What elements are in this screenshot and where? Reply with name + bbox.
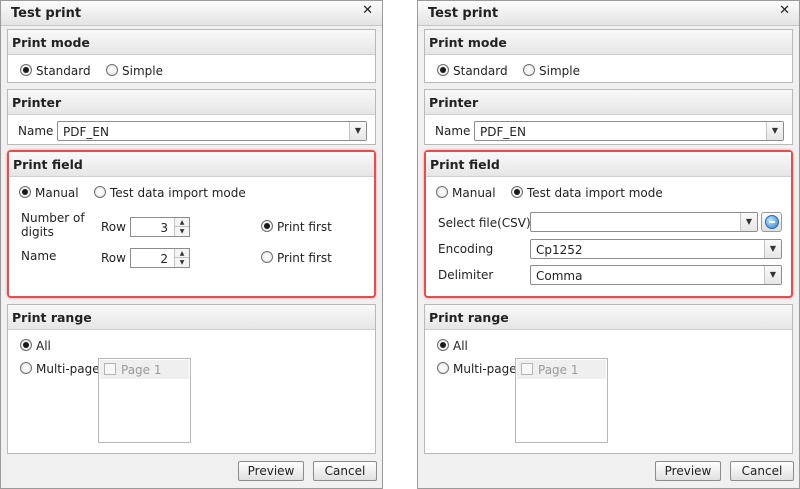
- manual-label: Manual: [35, 186, 79, 200]
- chevron-down-icon: ▼: [766, 122, 783, 140]
- cancel-button[interactable]: Cancel: [313, 461, 377, 481]
- dialog-title: Test print: [11, 6, 82, 21]
- standard-radio[interactable]: [437, 64, 449, 76]
- all-label: All: [453, 339, 468, 353]
- all-label: All: [36, 339, 51, 353]
- encoding-value: Cp1252: [536, 243, 583, 257]
- encoding-select[interactable]: Cp1252 ▼: [530, 239, 782, 259]
- multi-page-label: Multi-page: [36, 362, 100, 376]
- digits-print-first-radio[interactable]: [261, 220, 273, 232]
- list-item[interactable]: Page 1: [100, 360, 189, 379]
- print-range-section: Print range All Multi-page Page 1: [7, 304, 376, 454]
- chevron-down-icon: ▼: [764, 266, 781, 284]
- printer-section: Printer Name PDF_EN ▼: [7, 89, 376, 145]
- cancel-button[interactable]: Cancel: [730, 461, 794, 481]
- printer-heading: Printer: [8, 90, 375, 115]
- page-label: Page 1: [538, 363, 579, 377]
- chevron-down-icon: ▼: [740, 213, 757, 231]
- multi-page-label: Multi-page: [453, 362, 517, 376]
- number-of-digits-label: Number of digits: [21, 211, 85, 239]
- standard-label: Standard: [453, 64, 508, 78]
- name-row-value: 2: [160, 252, 168, 266]
- print-mode-heading: Print mode: [425, 30, 792, 55]
- close-icon[interactable]: ✕: [779, 3, 790, 18]
- standard-radio[interactable]: [20, 64, 32, 76]
- print-range-section: Print range All Multi-page Page 1: [424, 304, 793, 454]
- multi-page-radio[interactable]: [437, 362, 449, 374]
- test-data-import-label: Test data import mode: [110, 186, 246, 200]
- digits-print-first-label: Print first: [277, 220, 332, 234]
- printer-name-value: PDF_EN: [63, 125, 109, 139]
- chevron-down-icon: ▼: [349, 122, 366, 140]
- spin-down-icon[interactable]: ▼: [174, 258, 189, 267]
- all-radio[interactable]: [20, 339, 32, 351]
- standard-label: Standard: [36, 64, 91, 78]
- page-checkbox[interactable]: [104, 363, 116, 375]
- dialog-title: Test print: [428, 6, 499, 21]
- printer-name-select[interactable]: PDF_EN ▼: [57, 121, 367, 141]
- print-field-heading: Print field: [9, 152, 374, 177]
- all-radio[interactable]: [437, 339, 449, 351]
- test-data-import-radio[interactable]: [94, 186, 106, 198]
- preview-button[interactable]: Preview: [238, 461, 304, 481]
- multi-page-radio[interactable]: [20, 362, 32, 374]
- manual-label: Manual: [452, 186, 496, 200]
- title-bar: Test print ✕: [1, 1, 382, 26]
- simple-radio[interactable]: [523, 64, 535, 76]
- list-item[interactable]: Page 1: [517, 360, 606, 379]
- chevron-down-icon: ▼: [764, 240, 781, 258]
- manual-radio[interactable]: [436, 186, 448, 198]
- name-print-first-label: Print first: [277, 251, 332, 265]
- test-data-import-label: Test data import mode: [527, 186, 663, 200]
- print-mode-section: Print mode Standard Simple: [424, 29, 793, 83]
- printer-section: Printer Name PDF_EN ▼: [424, 89, 793, 145]
- print-range-heading: Print range: [425, 305, 792, 330]
- print-field-section: Print field Manual Test data import mode…: [424, 150, 793, 298]
- page-checkbox[interactable]: [521, 363, 533, 375]
- select-file-label: Select file(CSV): [438, 216, 531, 230]
- test-print-dialog-right: Test print ✕ Print mode Standard Simple …: [417, 0, 800, 489]
- simple-label: Simple: [539, 64, 580, 78]
- encoding-label: Encoding: [438, 242, 494, 256]
- page-list[interactable]: Page 1: [98, 358, 191, 443]
- name-print-first-radio[interactable]: [261, 251, 273, 263]
- row-label: Row: [101, 220, 126, 234]
- print-mode-section: Print mode Standard Simple: [7, 29, 376, 83]
- page-label: Page 1: [121, 363, 162, 377]
- test-data-import-radio[interactable]: [511, 186, 523, 198]
- title-bar: Test print ✕: [418, 1, 799, 26]
- delimiter-select[interactable]: Comma ▼: [530, 265, 782, 285]
- print-field-heading: Print field: [426, 152, 791, 177]
- row-label: Row: [101, 251, 126, 265]
- select-file-dropdown[interactable]: ▼: [530, 212, 758, 232]
- page-list[interactable]: Page 1: [515, 358, 608, 443]
- preview-button[interactable]: Preview: [655, 461, 721, 481]
- close-icon[interactable]: ✕: [362, 3, 373, 18]
- manual-radio[interactable]: [19, 186, 31, 198]
- printer-heading: Printer: [425, 90, 792, 115]
- spin-up-icon[interactable]: ▲: [174, 249, 189, 258]
- digits-row-value: 3: [160, 221, 168, 235]
- name-row-stepper[interactable]: 2 ▲ ▼: [130, 248, 190, 268]
- simple-radio[interactable]: [106, 64, 118, 76]
- spin-up-icon[interactable]: ▲: [174, 218, 189, 227]
- digits-row-stepper[interactable]: 3 ▲ ▼: [130, 217, 190, 237]
- printer-name-select[interactable]: PDF_EN ▼: [474, 121, 784, 141]
- printer-name-value: PDF_EN: [480, 125, 526, 139]
- print-mode-heading: Print mode: [8, 30, 375, 55]
- delimiter-label: Delimiter: [438, 268, 494, 282]
- print-range-heading: Print range: [8, 305, 375, 330]
- print-field-section: Print field Manual Test data import mode…: [7, 150, 376, 298]
- test-print-dialog-left: Test print ✕ Print mode Standard Simple …: [0, 0, 383, 489]
- globe-browse-icon[interactable]: [761, 212, 782, 232]
- name-field-label: Name: [21, 249, 57, 263]
- printer-name-label: Name: [18, 124, 54, 138]
- printer-name-label: Name: [435, 124, 471, 138]
- spin-down-icon[interactable]: ▼: [174, 227, 189, 236]
- simple-label: Simple: [122, 64, 163, 78]
- delimiter-value: Comma: [536, 269, 583, 283]
